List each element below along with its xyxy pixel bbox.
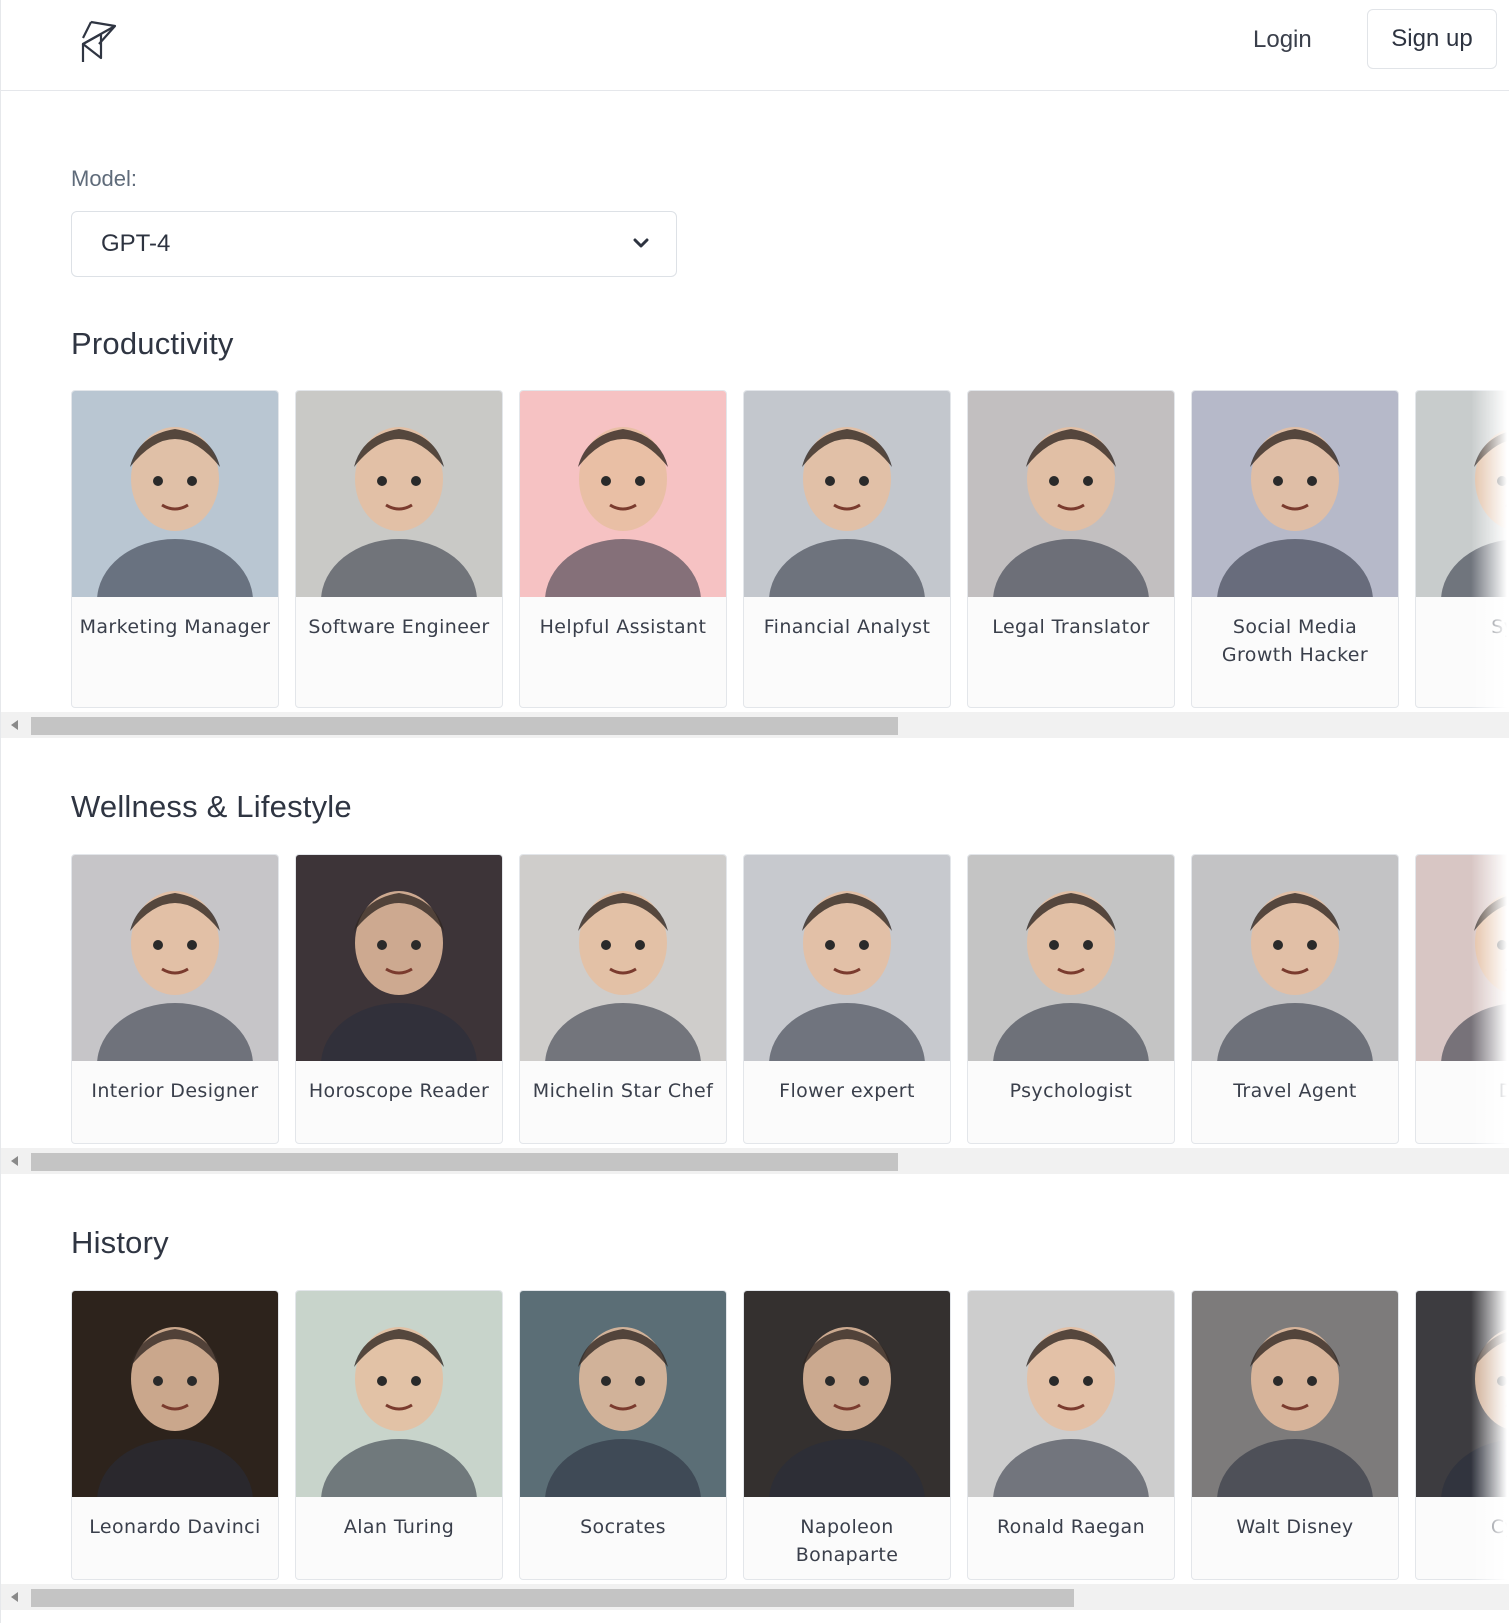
persona-avatar	[520, 1291, 726, 1497]
persona-card-label: Dati	[1422, 1077, 1509, 1105]
persona-card-label: Leonardo Davinci	[89, 1516, 261, 1538]
persona-card[interactable]: Flower expert	[743, 854, 951, 1144]
scrollbar-thumb[interactable]	[31, 1589, 1074, 1607]
model-selected-value: GPT-4	[101, 230, 171, 257]
persona-avatar	[1416, 1291, 1509, 1497]
top-nav: Login Sign up	[1, 0, 1509, 91]
card-row-productivity: Marketing Manager Software Engineer Helpfu…	[71, 390, 1509, 710]
persona-card[interactable]: Cyrus	[1415, 1290, 1509, 1580]
persona-avatar	[520, 855, 726, 1061]
model-label: Model:	[71, 166, 138, 191]
scroll-left-icon[interactable]	[11, 1156, 18, 1166]
persona-card[interactable]: Napoleon Bonaparte	[743, 1290, 951, 1580]
persona-card-label: Alan Turing	[343, 1516, 455, 1538]
persona-card-label: Social Media Growth Hacker	[1221, 616, 1369, 666]
login-link[interactable]: Login	[1253, 21, 1312, 59]
persona-card[interactable]: Walt Disney	[1191, 1290, 1399, 1580]
persona-card-label: Marketing Manager	[79, 616, 271, 638]
persona-card[interactable]: Interior Designer	[71, 854, 279, 1144]
section-title-wellness: Wellness & Lifestyle	[71, 789, 352, 824]
persona-card-label: Psychologist	[1009, 1080, 1133, 1102]
persona-avatar	[968, 1291, 1174, 1497]
persona-card-label: Walt Disney	[1236, 1516, 1354, 1538]
persona-card[interactable]: Helpful Assistant	[519, 390, 727, 708]
persona-card-label: Travel Agent	[1233, 1080, 1357, 1102]
persona-card-label: Sy En	[1491, 616, 1509, 638]
chevron-down-icon	[633, 238, 649, 248]
scroll-left-icon[interactable]	[11, 1592, 18, 1602]
persona-avatar	[1416, 855, 1509, 1061]
logo-icon[interactable]	[77, 14, 121, 66]
persona-avatar	[744, 855, 950, 1061]
persona-card-label: Michelin Star Chef	[532, 1080, 714, 1102]
persona-card-label: Flower expert	[779, 1080, 915, 1102]
persona-avatar	[296, 391, 502, 597]
persona-card-label: Legal Translator	[992, 616, 1150, 638]
persona-card-label: Helpful Assistant	[539, 616, 707, 638]
persona-card-label: Financial Analyst	[763, 616, 931, 638]
persona-card-label: Horoscope Reader	[308, 1080, 490, 1102]
persona-card[interactable]: Social Media Growth Hacker	[1191, 390, 1399, 708]
scrollbar-wellness[interactable]	[1, 1148, 1509, 1174]
persona-avatar	[968, 391, 1174, 597]
persona-card[interactable]: Socrates	[519, 1290, 727, 1580]
section-title-productivity: Productivity	[71, 326, 234, 361]
persona-card[interactable]: Marketing Manager	[71, 390, 279, 708]
persona-avatar	[744, 1291, 950, 1497]
scrollbar-productivity[interactable]	[1, 712, 1509, 738]
scroll-left-icon[interactable]	[11, 720, 18, 730]
persona-card[interactable]: Sy En	[1415, 390, 1509, 708]
persona-card[interactable]: Legal Translator	[967, 390, 1175, 708]
persona-card-label: Cyrus	[1490, 1516, 1509, 1538]
persona-card[interactable]: Michelin Star Chef	[519, 854, 727, 1144]
card-row-wellness: Interior Designer Horoscope Reader Micheli…	[71, 854, 1509, 1146]
scrollbar-history[interactable]	[1, 1584, 1509, 1610]
persona-card-label: Napoleon Bonaparte	[795, 1516, 899, 1566]
model-select[interactable]: GPT-4	[71, 211, 677, 277]
card-row-history: Leonardo Davinci Alan Turing Socrates Napol…	[71, 1290, 1509, 1582]
persona-card[interactable]: Alan Turing	[295, 1290, 503, 1580]
persona-card-label: Software Engineer	[308, 616, 490, 638]
persona-avatar	[968, 855, 1174, 1061]
persona-card[interactable]: Ronald Raegan	[967, 1290, 1175, 1580]
persona-card[interactable]: Financial Analyst	[743, 390, 951, 708]
persona-avatar	[72, 1291, 278, 1497]
persona-card[interactable]: Travel Agent	[1191, 854, 1399, 1144]
persona-avatar	[72, 855, 278, 1061]
persona-avatar	[1192, 1291, 1398, 1497]
signup-button[interactable]: Sign up	[1367, 9, 1497, 69]
persona-avatar	[1192, 391, 1398, 597]
persona-avatar	[1416, 391, 1509, 597]
persona-card-label: Socrates	[580, 1516, 666, 1538]
persona-card[interactable]: Psychologist	[967, 854, 1175, 1144]
persona-card[interactable]: Horoscope Reader	[295, 854, 503, 1144]
page: Login Sign up Model: GPT-4 Productivity …	[0, 0, 1509, 1623]
persona-avatar	[296, 1291, 502, 1497]
persona-avatar	[1192, 855, 1398, 1061]
persona-card-label: Interior Designer	[91, 1080, 259, 1102]
persona-avatar	[744, 391, 950, 597]
persona-card-label: Ronald Raegan	[996, 1516, 1146, 1538]
persona-card[interactable]: Software Engineer	[295, 390, 503, 708]
scrollbar-thumb[interactable]	[31, 1153, 898, 1171]
persona-card[interactable]: Dati	[1415, 854, 1509, 1144]
scrollbar-thumb[interactable]	[31, 717, 898, 735]
section-title-history: History	[71, 1225, 169, 1260]
persona-avatar	[520, 391, 726, 597]
persona-card[interactable]: Leonardo Davinci	[71, 1290, 279, 1580]
persona-avatar	[72, 391, 278, 597]
persona-avatar	[296, 855, 502, 1061]
